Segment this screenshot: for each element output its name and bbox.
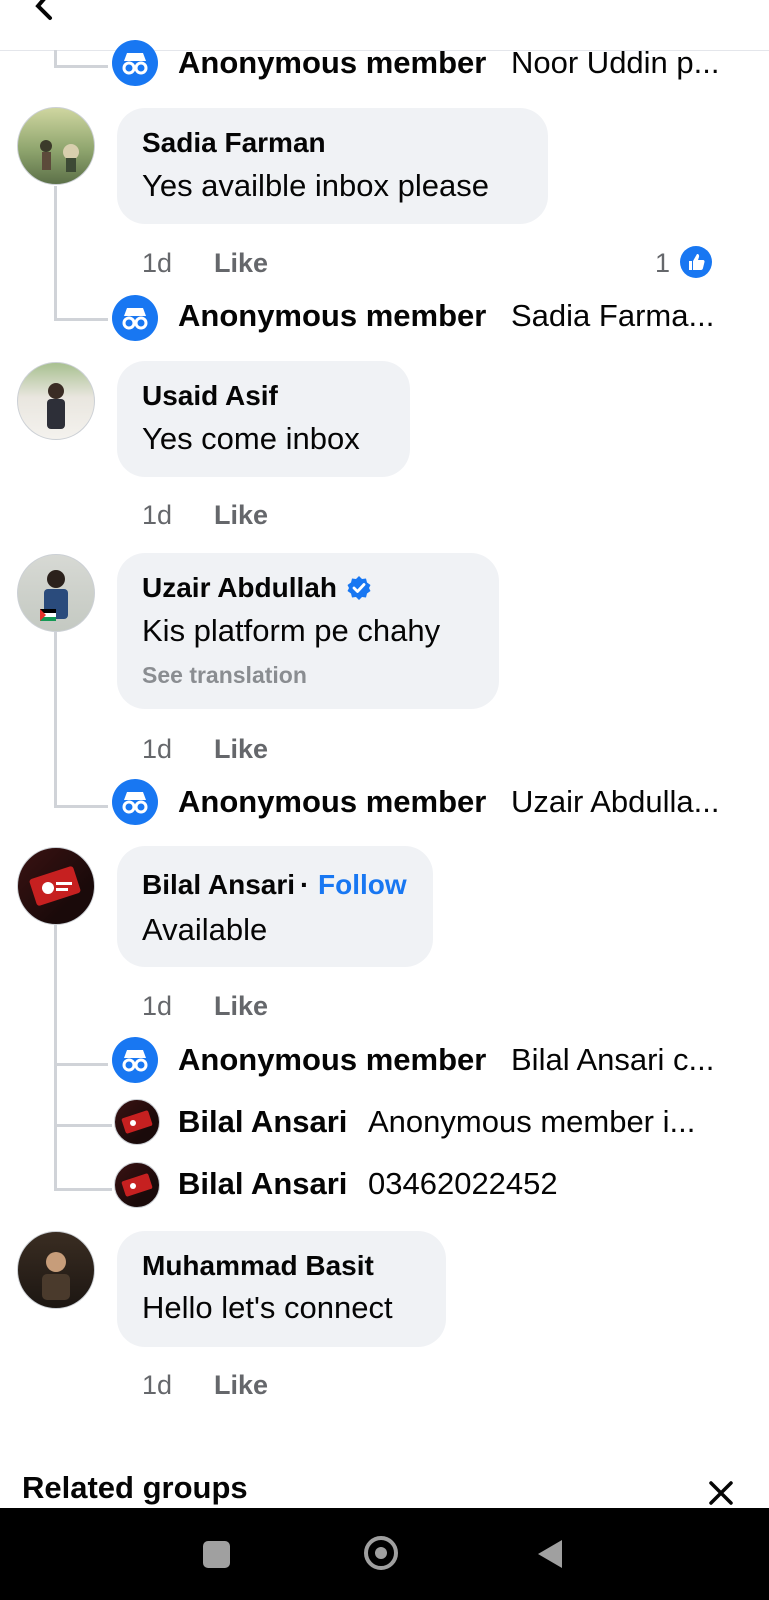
like-button[interactable]: Like <box>214 500 268 531</box>
thread-line <box>54 805 108 808</box>
thread-line <box>54 318 108 321</box>
anonymous-member-icon <box>112 40 158 86</box>
comment-time: 1d <box>142 734 173 764</box>
reply-author[interactable]: Bilal Ansari <box>178 1104 347 1140</box>
see-translation-link[interactable]: See translation <box>142 662 307 689</box>
reply-author[interactable]: Anonymous member <box>178 298 486 334</box>
comment-author[interactable]: Bilal Ansari <box>142 869 295 901</box>
comment-time: 1d <box>142 500 173 530</box>
reply-author[interactable]: Anonymous member <box>178 1042 486 1078</box>
comment-text: Kis platform pe chahy <box>142 613 441 648</box>
anonymous-member-icon <box>112 779 158 825</box>
reply-text[interactable]: Noor Uddin p... <box>511 45 720 81</box>
anonymous-member-icon <box>112 1037 158 1083</box>
reaction-count[interactable]: 1 <box>655 248 670 279</box>
avatar[interactable] <box>17 362 95 440</box>
avatar[interactable] <box>17 1231 95 1309</box>
comment-author[interactable]: Sadia Farman <box>142 127 326 159</box>
comment-bubble <box>117 108 548 224</box>
like-reaction-icon[interactable] <box>680 246 712 278</box>
avatar[interactable] <box>17 847 95 925</box>
comment-author[interactable]: Muhammad Basit <box>142 1250 374 1282</box>
comment-author[interactable]: Uzair Abdullah <box>142 572 337 604</box>
comment-bubble <box>117 361 410 477</box>
thread-line <box>54 65 108 68</box>
comment-time: 1d <box>142 248 173 278</box>
avatar[interactable] <box>17 107 95 185</box>
reply-text[interactable]: 03462022452 <box>368 1166 558 1202</box>
section-title: Related groups <box>22 1470 248 1505</box>
avatar[interactable] <box>114 1099 160 1145</box>
home-button[interactable] <box>364 1536 398 1570</box>
comment-time: 1d <box>142 991 173 1021</box>
anonymous-member-icon <box>112 295 158 341</box>
reply-text[interactable]: Bilal Ansari c... <box>511 1042 714 1078</box>
back-button[interactable] <box>536 1538 564 1570</box>
comment-author[interactable]: Usaid Asif <box>142 380 278 412</box>
thread-line <box>54 1124 112 1127</box>
reply-author[interactable]: Bilal Ansari <box>178 1166 347 1202</box>
like-button[interactable]: Like <box>214 1370 268 1401</box>
thread-line <box>54 1063 108 1066</box>
like-button[interactable]: Like <box>214 734 268 765</box>
avatar[interactable] <box>17 554 95 632</box>
reply-author[interactable]: Anonymous member <box>178 45 486 81</box>
comment-bubble <box>117 1231 446 1347</box>
comment-text: Yes come inbox <box>142 421 360 456</box>
avatar[interactable] <box>114 1162 160 1208</box>
follow-button[interactable]: Follow <box>318 869 407 901</box>
comment-text: Yes availble inbox please <box>142 168 489 203</box>
thread-line <box>54 632 57 807</box>
verified-badge-icon <box>346 575 372 601</box>
comment-time: 1d <box>142 1370 173 1400</box>
name-separator: · <box>300 869 310 900</box>
reply-text[interactable]: Uzair Abdulla... <box>511 784 720 820</box>
comment-bubble <box>117 846 433 967</box>
comment-text: Hello let's connect <box>142 1290 393 1325</box>
reply-text[interactable]: Anonymous member i... <box>368 1104 695 1140</box>
chevron-left-icon[interactable] <box>28 0 68 28</box>
reply-author[interactable]: Anonymous member <box>178 784 486 820</box>
comment-text: Available <box>142 912 268 947</box>
thread-line <box>54 1188 112 1191</box>
recent-apps-button[interactable] <box>203 1541 230 1568</box>
thread-line <box>54 925 57 1191</box>
close-icon[interactable] <box>706 1478 736 1508</box>
thread-line <box>54 186 57 320</box>
like-button[interactable]: Like <box>214 991 268 1022</box>
like-button[interactable]: Like <box>214 248 268 279</box>
reply-text[interactable]: Sadia Farma... <box>511 298 714 334</box>
